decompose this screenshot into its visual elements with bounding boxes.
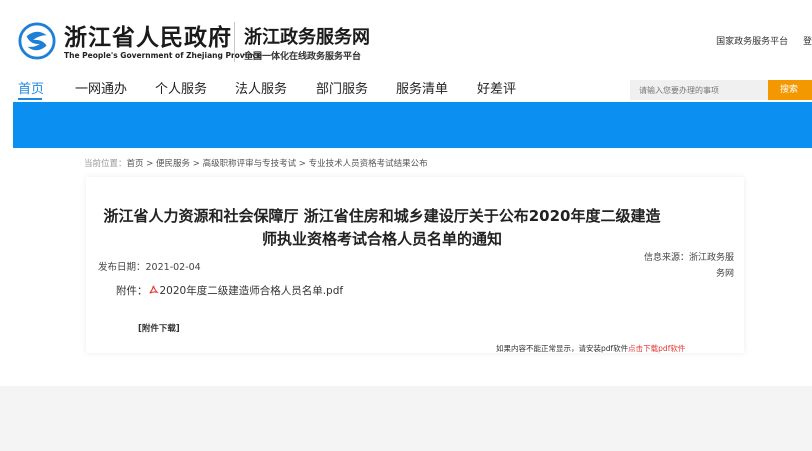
info-source-label: 信息来源： [643,253,689,263]
attachment-download-link[interactable]: [附件下载] [138,322,180,334]
banner [13,102,812,148]
site-subtitle: 全国一体化在线政务服务平台 [244,52,362,62]
login-link[interactable]: 登 [803,37,812,47]
nav-item-rating[interactable]: 好差评 [477,78,516,97]
site-header: 浙江省人民政府 The People's Government of Zheji… [0,0,812,72]
publish-date-label: 发布日期： [98,262,146,273]
publish-date-value: 2021-02-04 [145,262,201,273]
attachment-label: 附件： [116,285,148,297]
nav-active-indicator [18,98,42,100]
info-source: 信息来源：浙江政务服务网 [640,250,734,282]
footer-band [0,386,812,451]
nav-item-personal[interactable]: 个人服务 [155,78,207,97]
info-source-value: 浙江政务服务网 [688,253,734,279]
national-platform-link[interactable]: 国家政务服务平台 [716,37,788,47]
breadcrumb: 当前位置：首页 > 便民服务 > 高级职称评审与专技考试 > 专业技术人员资格考… [84,157,428,169]
pdf-icon [148,285,159,294]
nav-item-corporate[interactable]: 法人服务 [235,78,287,97]
brand-name[interactable]: 浙江省人民政府 [64,18,232,52]
zhejiang-logo-icon[interactable] [18,22,56,60]
header-divider [234,22,235,62]
nav-item-one-stop[interactable]: 一网通办 [75,78,127,97]
search-button[interactable]: 搜索 [768,80,812,100]
attachment: 附件： 2020年度二级建造师合格人员名单.pdf [116,283,343,298]
pdf-notice-text: 如果内容不能正常显示，请安装pdf软件 [496,344,629,353]
publish-date: 发布日期：2021-02-04 [98,259,201,273]
attachment-file-link[interactable]: 2020年度二级建造师合格人员名单.pdf [160,285,344,297]
search-input[interactable] [630,80,768,100]
brand-name-english: The People's Government of Zhejiang Prov… [64,51,263,60]
top-links: 国家政务服务平台 登 [704,34,812,47]
site-title[interactable]: 浙江政务服务网 [244,23,370,49]
breadcrumb-label: 当前位置： [84,159,127,169]
download-pdf-software-link[interactable]: 点击下载pdf软件 [628,344,685,353]
pdf-notice: 如果内容不能正常显示，请安装pdf软件点击下载pdf软件 [496,343,685,354]
nav-item-home[interactable]: 首页 [18,78,44,97]
nav-item-department[interactable]: 部门服务 [316,78,368,97]
nav-item-service-list[interactable]: 服务清单 [396,78,448,97]
article-title: 浙江省人力资源和社会保障厅 浙江省住房和城乡建设厅关于公布2020年度二级建造师… [103,207,661,248]
breadcrumb-path[interactable]: 首页 > 便民服务 > 高级职称评审与专技考试 > 专业技术人员资格考试结果公布 [127,159,428,169]
